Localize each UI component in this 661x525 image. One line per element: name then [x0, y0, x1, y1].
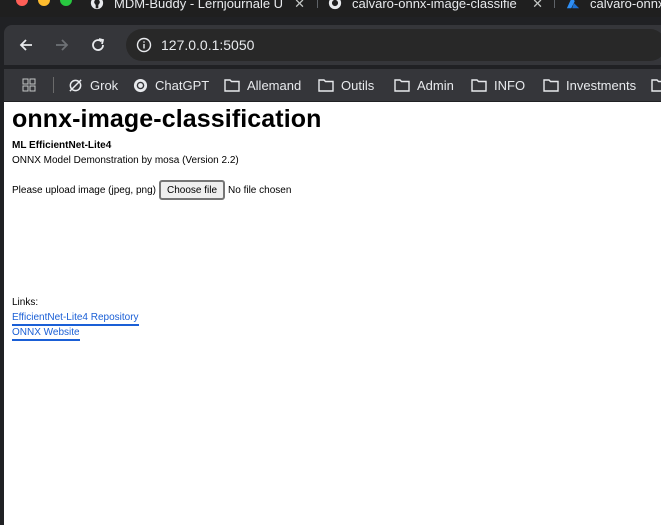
maximize-window-button[interactable]: [60, 0, 72, 6]
browser-toolbar: 127.0.0.1:5050: [4, 25, 661, 65]
bookmark-allemand[interactable]: Allemand: [224, 75, 301, 95]
bookmark-label: Allemand: [247, 77, 302, 93]
tab-close-icon[interactable]: ✕: [294, 0, 305, 12]
reload-button[interactable]: [86, 33, 110, 57]
grok-icon: [69, 78, 82, 92]
bookmark-label: Outils: [341, 77, 375, 93]
upload-form: Please upload image (jpeg, png) Choose f…: [12, 180, 291, 200]
minimize-window-button[interactable]: [38, 0, 50, 6]
folder-icon: [471, 79, 487, 92]
choose-file-button[interactable]: Choose file: [158, 180, 226, 200]
bookmark-label: Grok: [90, 77, 119, 93]
page-viewport: onnx-image-classification ML EfficientNe…: [4, 102, 661, 525]
bookmark-investments[interactable]: Investments: [543, 75, 636, 95]
address-bar[interactable]: 127.0.0.1:5050: [126, 29, 661, 61]
huggingface-icon: [328, 0, 342, 10]
reload-icon: [92, 38, 105, 51]
bookmark-label: Investments: [566, 77, 637, 93]
bookmark-chatgpt[interactable]: ChatGPT: [133, 75, 209, 95]
model-subtitle: ML EfficientNet-Lite4: [12, 140, 112, 151]
folder-icon: [543, 79, 559, 92]
back-button[interactable]: [14, 33, 38, 57]
azure-icon: [566, 0, 580, 9]
model-description: ONNX Model Demonstration by mosa (Versio…: [12, 155, 239, 166]
folder-icon: [394, 79, 410, 92]
address-url: 127.0.0.1:5050: [161, 37, 255, 53]
tab-separator: [554, 0, 555, 8]
tab-title: calvaro-onnx-image-classifie: [352, 0, 517, 11]
chatgpt-icon: [133, 78, 148, 92]
tab-calvaro-onnx-azure[interactable]: calvaro-onnx: [566, 0, 661, 14]
upload-label: Please upload image (jpeg, png): [12, 184, 156, 196]
bookmarks-bar: Grok ChatGPT Allemand Outils Admin INFO …: [4, 69, 661, 101]
folder-icon: [651, 79, 661, 92]
apps-grid-icon: [22, 78, 36, 92]
arrow-right-icon: [56, 39, 69, 51]
bookmark-grok[interactable]: Grok: [68, 75, 118, 95]
forward-button[interactable]: [50, 33, 74, 57]
site-info-icon[interactable]: [136, 37, 152, 53]
bookmark-label: INFO: [494, 77, 526, 93]
folder-icon: [318, 79, 334, 92]
file-status: No file chosen: [228, 184, 292, 196]
tab-separator: [317, 0, 318, 8]
bookmark-separator: [53, 77, 54, 93]
bookmark-info[interactable]: INFO: [471, 75, 525, 95]
tab-title: MDM-Buddy - Lernjournale U: [114, 0, 284, 11]
bookmark-admin[interactable]: Admin: [394, 75, 454, 95]
close-window-button[interactable]: [16, 0, 28, 6]
bookmark-outils[interactable]: Outils: [318, 75, 374, 95]
tab-title: calvaro-onnx: [590, 0, 661, 11]
bookmark-overflow-folder[interactable]: [651, 75, 661, 95]
links-heading: Links:: [12, 297, 39, 308]
tab-mdm-buddy[interactable]: MDM-Buddy - Lernjournale U ✕: [90, 0, 305, 14]
apps-button[interactable]: [22, 75, 43, 95]
folder-icon: [224, 79, 240, 92]
onnx-website-link[interactable]: ONNX Website: [12, 327, 80, 341]
bookmark-label: Admin: [417, 77, 454, 93]
github-icon: [90, 0, 104, 10]
tab-calvaro-onnx-classifier[interactable]: calvaro-onnx-image-classifie ✕: [328, 0, 543, 14]
efficientnet-repository-link[interactable]: EfficientNet-Lite4 Repository: [12, 312, 139, 326]
arrow-left-icon: [19, 39, 32, 51]
tab-close-icon[interactable]: ✕: [532, 0, 543, 12]
bookmark-label: ChatGPT: [155, 77, 210, 93]
tab-strip: MDM-Buddy - Lernjournale U ✕ calvaro-onn…: [0, 0, 661, 17]
page-title: onnx-image-classification: [12, 105, 322, 133]
